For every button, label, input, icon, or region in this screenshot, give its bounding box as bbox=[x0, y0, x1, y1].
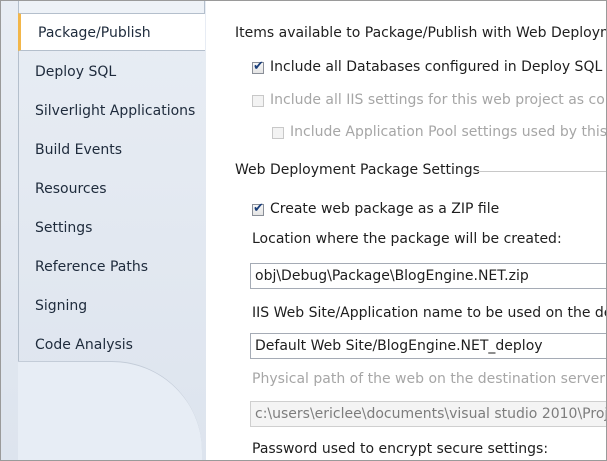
include-app-pool-checkbox[interactable] bbox=[272, 127, 284, 139]
create-zip-checkbox[interactable]: ✔ bbox=[252, 201, 264, 216]
sidebar-item-package-publish[interactable]: Package/Publish bbox=[18, 13, 205, 51]
package-publish-page: Items available to Package/Publish with … bbox=[206, 1, 607, 460]
sidebar-item-signing[interactable]: Signing bbox=[35, 296, 200, 316]
sidebar-item-resources[interactable]: Resources bbox=[35, 179, 200, 199]
iis-site-name-input[interactable]: Default Web Site/BlogEngine.NET_deploy bbox=[250, 333, 606, 359]
include-databases-checkbox[interactable]: ✔ bbox=[252, 59, 264, 74]
package-location-label: Location where the package will be creat… bbox=[252, 231, 562, 247]
sidebar-item-code-analysis[interactable]: Code Analysis bbox=[35, 335, 200, 355]
encryption-password-label: Password used to encrypt secure settings… bbox=[252, 441, 549, 457]
include-databases-label: Include all Databases configured in Depl… bbox=[270, 59, 607, 75]
package-location-input[interactable]: obj\Debug\Package\BlogEngine.NET.zip bbox=[250, 263, 606, 289]
properties-sidebar: Package/Publish Deploy SQL Silverlight A… bbox=[1, 1, 206, 460]
sidebar-item-deploy-sql[interactable]: Deploy SQL bbox=[35, 62, 200, 82]
sidebar-item-settings[interactable]: Settings bbox=[35, 218, 200, 238]
section-divider bbox=[478, 171, 606, 172]
sidebar-item-reference-paths[interactable]: Reference Paths bbox=[35, 257, 200, 277]
iis-site-name-label: IIS Web Site/Application name to be used… bbox=[252, 305, 606, 321]
sidebar-item-silverlight-applications[interactable]: Silverlight Applications bbox=[35, 101, 200, 121]
include-iis-settings-checkbox[interactable] bbox=[252, 95, 264, 107]
package-settings-header: Web Deployment Package Settings bbox=[235, 162, 480, 178]
create-zip-label: Create web package as a ZIP file bbox=[270, 201, 500, 217]
project-properties-window: Package/Publish Deploy SQL Silverlight A… bbox=[0, 0, 607, 461]
sidebar-item-build-events[interactable]: Build Events bbox=[35, 140, 200, 160]
items-available-header: Items available to Package/Publish with … bbox=[235, 25, 607, 41]
include-iis-settings-label: Include all IIS settings for this web pr… bbox=[270, 92, 606, 108]
physical-path-label: Physical path of the web on the destinat… bbox=[252, 371, 606, 387]
include-app-pool-label: Include Application Pool settings used b… bbox=[290, 124, 607, 140]
check-icon: ✔ bbox=[253, 59, 264, 74]
physical-path-input[interactable]: c:\users\ericlee\documents\visual studio… bbox=[250, 401, 606, 427]
check-icon: ✔ bbox=[253, 201, 264, 216]
